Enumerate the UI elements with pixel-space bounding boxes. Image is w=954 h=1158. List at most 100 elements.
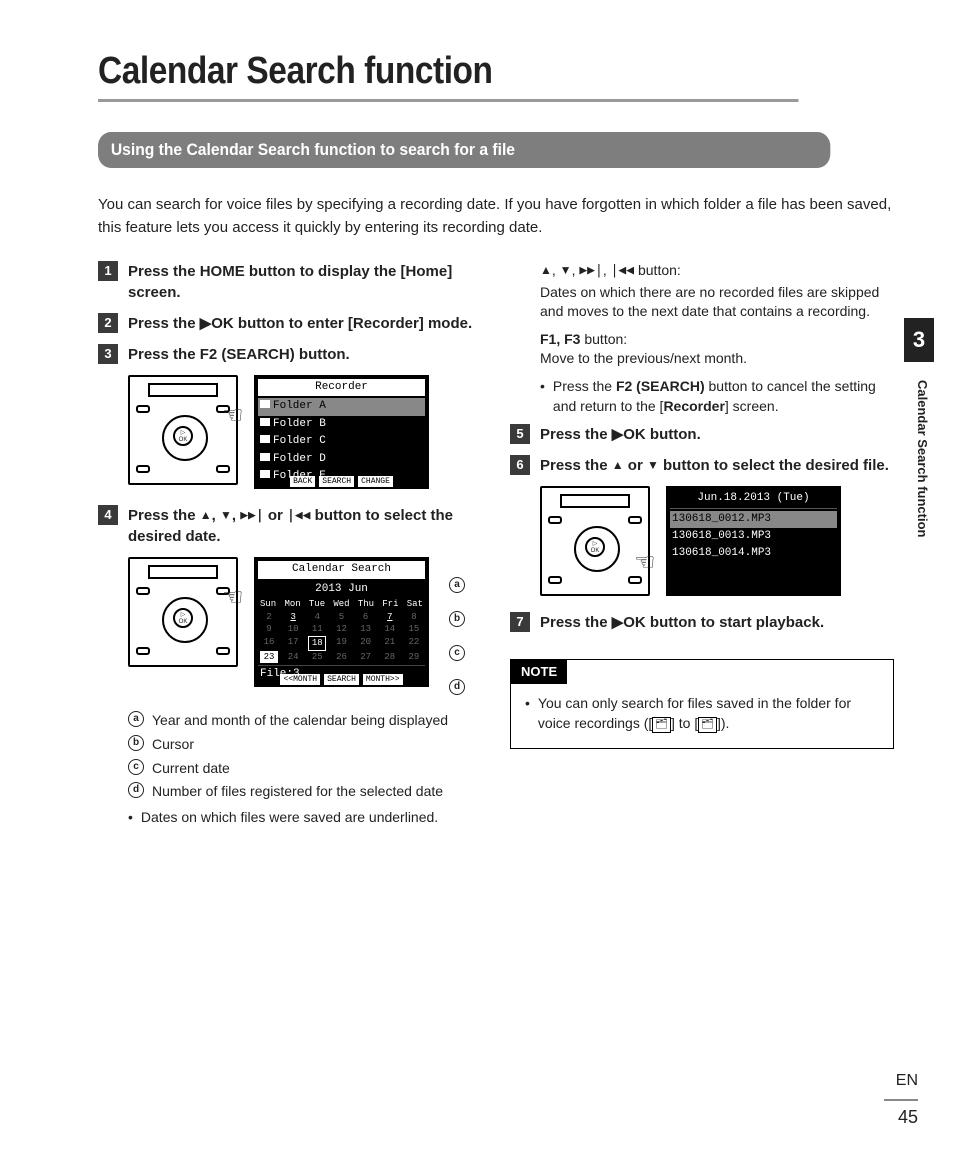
t: F1, F3: [540, 331, 580, 347]
callout-labels: a b c d: [449, 557, 465, 695]
callout-d: d: [128, 782, 144, 798]
lcd-file-list: Jun.18.2013 (Tue) 130618_0012.MP3 130618…: [666, 486, 841, 596]
note-box: NOTE You can only search for files saved…: [510, 659, 894, 748]
t: ] mode.: [419, 315, 472, 332]
device-diagram: ▷OK ☞: [540, 486, 650, 596]
t: Recorder: [353, 315, 419, 332]
dow: Sun: [260, 598, 276, 611]
figure-step4: ▷OK ☞ Calendar Search 2013 Jun SunMonTue…: [128, 557, 482, 695]
t: Press the: [540, 426, 612, 443]
step-number: 4: [98, 505, 118, 525]
lcd-item: 130618_0012.MP3: [670, 511, 837, 528]
lcd-item: 130618_0014.MP3: [670, 545, 837, 562]
down-arrow-icon: ▼: [220, 507, 232, 524]
step-6: 6 Press the ▲ or ▼ button to select the …: [510, 455, 894, 476]
t: button.: [646, 426, 701, 443]
dow: Fri: [382, 598, 398, 611]
callout-a: a: [128, 711, 144, 727]
t: You can only search for files saved in t…: [538, 695, 851, 731]
cal-day: 5: [332, 611, 350, 624]
callout-c: c: [449, 645, 465, 661]
step-number: 2: [98, 313, 118, 333]
down-arrow-icon: ▼: [647, 457, 659, 474]
up-arrow-icon: ▲: [540, 262, 552, 279]
softkey-prev-month: <<MONTH: [280, 674, 320, 685]
softkey-search: SEARCH: [319, 476, 354, 487]
softkey-search: SEARCH: [324, 674, 359, 685]
t: Press the: [540, 457, 612, 474]
t: button.: [295, 346, 350, 363]
lcd-item: 130618_0013.MP3: [670, 528, 837, 545]
fast-forward-icon: ▶▶|: [579, 262, 602, 280]
t: Home: [406, 263, 448, 280]
legend-text: Current date: [152, 759, 230, 779]
pointing-hand-icon: ☞: [222, 581, 244, 615]
lcd-calendar-screen: Calendar Search 2013 Jun SunMonTueWedThu…: [254, 557, 429, 687]
t: or: [264, 507, 287, 524]
step-number: 1: [98, 261, 118, 281]
legend-text: Number of files registered for the selec…: [152, 782, 443, 802]
t: button to select the desired file.: [659, 457, 889, 474]
t: Press the: [553, 378, 616, 394]
note-label: NOTE: [511, 660, 567, 684]
device-diagram: ▷OK ☞: [128, 375, 238, 485]
folder-e-icon: 🗂: [698, 717, 717, 733]
step-number: 3: [98, 344, 118, 364]
t: Press the: [128, 346, 200, 363]
step-number: 6: [510, 455, 530, 475]
t: button to display the [: [245, 263, 406, 280]
step-3: 3 Press the F2 (SEARCH) button.: [98, 344, 482, 365]
t: ▶OK: [612, 426, 646, 443]
cancel-desc: Press the F2 (SEARCH) button to cancel t…: [540, 377, 894, 416]
f-buttons-desc: F1, F3 button: Move to the previous/next…: [540, 330, 894, 369]
folder-a-icon: 🗂: [652, 717, 671, 733]
step-2: 2 Press the ▶OK button to enter [Recorde…: [98, 313, 482, 334]
cal-day: 6: [357, 611, 375, 624]
softkey-back: BACK: [290, 476, 315, 487]
t: Press the: [128, 315, 200, 332]
legend-text: Year and month of the calendar being dis…: [152, 711, 448, 731]
figure-step6: ▷OK ☞ Jun.18.2013 (Tue) 130618_0012.MP3 …: [540, 486, 894, 596]
step-5: 5 Press the ▶OK button.: [510, 424, 894, 445]
t: F2 (SEARCH): [200, 346, 295, 363]
cal-day: 4: [308, 611, 326, 624]
right-column: ▲, ▼, ▶▶|, |◀◀ button: Dates on which th…: [510, 261, 894, 831]
t: button to enter [: [234, 315, 353, 332]
t: or: [624, 457, 647, 474]
lcd-month: 2013 Jun: [258, 581, 425, 598]
callout-d: d: [449, 679, 465, 695]
softkey-change: CHANGE: [358, 476, 393, 487]
fast-forward-icon: ▶▶|: [240, 507, 263, 525]
page-number: 45: [884, 1099, 918, 1128]
cal-day: 8: [405, 611, 423, 624]
lcd-title: Calendar Search: [258, 561, 425, 578]
callout-c: c: [128, 759, 144, 775]
t: Press the: [540, 614, 612, 631]
t: button:: [580, 331, 627, 347]
up-arrow-icon: ▲: [612, 457, 624, 474]
callout-a: a: [449, 577, 465, 593]
cal-cursor: 18: [308, 636, 326, 651]
lcd-recorder-screen: Recorder Folder A Folder B Folder C Fold…: [254, 375, 429, 489]
dow: Sat: [407, 598, 423, 611]
side-section-label: Calendar Search function: [915, 380, 930, 537]
dow: Tue: [309, 598, 325, 611]
desc-text: Dates on which there are no recorded fil…: [540, 283, 894, 322]
chapter-tab: 3: [904, 318, 934, 362]
callout-b: b: [128, 735, 144, 751]
intro-paragraph: You can search for voice files by specif…: [98, 194, 894, 239]
lcd-title: Jun.18.2013 (Tue): [670, 490, 837, 508]
cal-today: 23: [260, 651, 278, 664]
dow: Thu: [358, 598, 374, 611]
step-number: 5: [510, 424, 530, 444]
down-arrow-icon: ▼: [560, 262, 572, 279]
lcd-item: Folder B: [273, 418, 326, 430]
pointing-hand-icon: ☞: [634, 546, 656, 580]
pointing-hand-icon: ☞: [222, 399, 244, 433]
step-1: 1 Press the HOME button to display the […: [98, 261, 482, 303]
t: ] screen.: [725, 398, 779, 414]
t: to: [675, 715, 694, 731]
cal-day: 3: [284, 611, 302, 624]
t: ).: [721, 715, 730, 731]
t: HOME: [200, 263, 245, 280]
